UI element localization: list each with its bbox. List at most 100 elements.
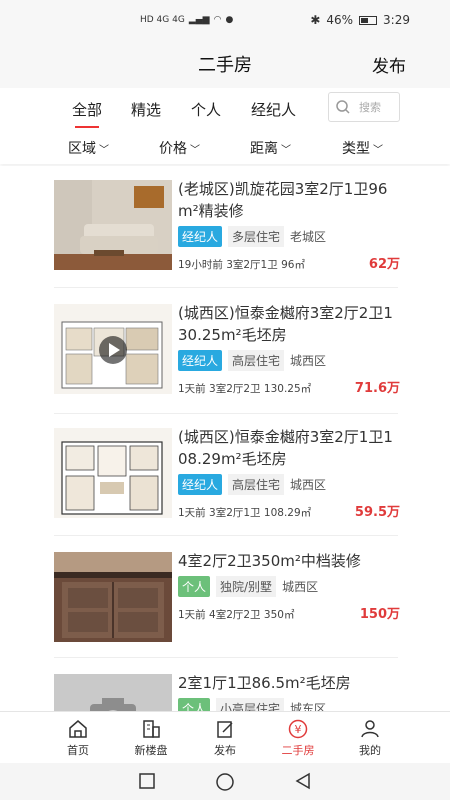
bluetooth-icon: ✱ (310, 13, 321, 27)
tag-district: 城西区 (290, 478, 327, 492)
filter-distance[interactable]: 距离 ﹀ (250, 138, 291, 158)
signal-group: HD 4G 4G ▂▄▆ ◠ ● (140, 15, 233, 25)
app-header: 二手房 发布 (0, 40, 450, 88)
listing-photo (54, 428, 172, 518)
recents-icon[interactable] (138, 772, 156, 790)
tab-bar: 全部 精选 个人 经纪人 搜索 (0, 88, 450, 130)
nav-second-hand[interactable]: ¥ 二手房 (268, 718, 328, 758)
tag-type: 高层住宅 (228, 474, 285, 495)
signal-icon: ▂▄▆ (188, 15, 210, 25)
tag-agent: 经纪人 (178, 474, 223, 495)
listing-photo (54, 674, 172, 711)
listing-title: (城西区)恒泰金樾府3室2厅1卫108.29m²毛坯房 (178, 428, 393, 468)
listing-list: (老城区)凯旋花园3室2厅1卫96m²精装修 经纪人 多层住宅 老城区 19小时… (0, 166, 450, 711)
listing-card[interactable]: 2室1厅1卫86.5m²毛坯房 个人 小高层住宅 城东区 (54, 660, 398, 711)
listing-price: 71.6万 (354, 381, 400, 396)
listing-tags: 个人 独院/别墅 城西区 (178, 576, 400, 597)
tab-featured[interactable]: 精选 (131, 93, 161, 126)
nav-home[interactable]: 首页 (48, 718, 108, 758)
tag-district: 城西区 (282, 580, 319, 594)
search-input[interactable]: 搜索 (328, 92, 400, 122)
chevron-down-icon: ﹀ (99, 144, 109, 156)
listing-photo (54, 180, 172, 270)
home-button-icon[interactable] (215, 772, 235, 792)
tab-agent[interactable]: 经纪人 (251, 93, 296, 126)
listing-meta: 1天前 3室2厅2卫 130.25㎡ 71.6万 (178, 377, 400, 396)
listing-tags: 个人 小高层住宅 城东区 (178, 698, 400, 711)
edit-icon (217, 721, 233, 738)
status-bar: HD 4G 4G ▂▄▆ ◠ ● ✱ 46% 3:29 (0, 0, 450, 40)
battery-icon (359, 15, 378, 25)
nav-label: 新楼盘 (134, 744, 168, 757)
system-nav-bar (0, 763, 450, 800)
tag-district: 城东区 (290, 702, 327, 711)
back-icon[interactable] (294, 772, 312, 790)
listing-meta: 19小时前 3室2厅1卫 96㎡ 62万 (178, 253, 400, 272)
listing-card[interactable]: (城西区)恒泰金樾府3室2厅1卫108.29m²毛坯房 经纪人 高层住宅 城西区… (54, 414, 400, 536)
home-icon (69, 720, 87, 738)
tag-person: 个人 (178, 698, 211, 711)
chat-icon: ● (225, 15, 234, 25)
listing-info: 4室2厅2卫350m²中档装修 个人 独院/别墅 城西区 1天前 4室2厅2卫 … (178, 550, 400, 622)
nav-label: 我的 (359, 744, 381, 757)
listing-title: (城西区)恒泰金樾府3室2厅2卫130.25m²毛坯房 (178, 304, 393, 344)
listing-title: 4室2厅2卫350m²中档装修 (178, 552, 361, 570)
tag-type: 小高层住宅 (216, 698, 285, 711)
filter-label: 区域 (68, 141, 96, 157)
search-placeholder: 搜索 (359, 101, 381, 114)
filter-label: 类型 (342, 141, 370, 157)
filter-type[interactable]: 类型 ﹀ (342, 138, 383, 158)
nav-new-homes[interactable]: 新楼盘 (121, 718, 181, 758)
listing-meta: 1天前 3室2厅1卫 108.29㎡ 59.5万 (178, 501, 400, 520)
status-right: ✱ 46% 3:29 (310, 13, 410, 27)
nav-label: 发布 (214, 744, 236, 757)
listing-meta: 1天前 4室2厅2卫 350㎡ 150万 (178, 603, 400, 622)
listing-tags: 经纪人 多层住宅 老城区 (178, 226, 400, 247)
nav-publish[interactable]: 发布 (195, 718, 255, 758)
user-icon (361, 720, 379, 738)
tag-agent: 经纪人 (178, 350, 223, 371)
bottom-nav: 首页 新楼盘 发布 ¥ 二手房 我的 (0, 711, 450, 763)
tab-personal[interactable]: 个人 (191, 93, 221, 126)
listing-title: (老城区)凯旋花园3室2厅1卫96m²精装修 (178, 180, 388, 220)
page-title: 二手房 (198, 55, 252, 76)
chevron-down-icon: ﹀ (281, 144, 291, 156)
listing-tags: 经纪人 高层住宅 城西区 (178, 474, 400, 495)
listing-title: 2室1厅1卫86.5m²毛坯房 (178, 674, 351, 692)
listing-card[interactable]: 4室2厅2卫350m²中档装修 个人 独院/别墅 城西区 1天前 4室2厅2卫 … (54, 538, 400, 658)
filter-label: 价格 (159, 141, 187, 157)
chevron-down-icon: ﹀ (373, 144, 383, 156)
listing-info: (老城区)凯旋花园3室2厅1卫96m²精装修 经纪人 多层住宅 老城区 19小时… (178, 178, 400, 272)
svg-text:¥: ¥ (295, 723, 302, 736)
filter-label: 距离 (250, 141, 278, 157)
listing-photo (54, 552, 172, 642)
listing-card[interactable]: (城西区)恒泰金樾府3室2厅2卫130.25m²毛坯房 经纪人 高层住宅 城西区… (54, 290, 400, 414)
tab-all[interactable]: 全部 (72, 93, 102, 128)
publish-button[interactable]: 发布 (372, 52, 406, 77)
listing-details: 1天前 3室2厅2卫 130.25㎡ (178, 383, 312, 395)
listing-info: (城西区)恒泰金樾府3室2厅1卫108.29m²毛坯房 经纪人 高层住宅 城西区… (178, 426, 400, 520)
listing-details: 19小时前 3室2厅1卫 96㎡ (178, 259, 305, 271)
listing-details: 1天前 3室2厅1卫 108.29㎡ (178, 507, 312, 519)
tag-type: 多层住宅 (228, 226, 285, 247)
tag-type: 独院/别墅 (216, 576, 277, 597)
filter-price[interactable]: 价格 ﹀ (159, 138, 200, 158)
nav-mine[interactable]: 我的 (340, 718, 400, 758)
clock: 3:29 (383, 13, 410, 27)
listing-info: 2室1厅1卫86.5m²毛坯房 个人 小高层住宅 城东区 (178, 672, 400, 711)
listing-price: 59.5万 (354, 505, 400, 520)
listing-info: (城西区)恒泰金樾府3室2厅2卫130.25m²毛坯房 经纪人 高层住宅 城西区… (178, 302, 400, 396)
filter-district[interactable]: 区域 ﹀ (68, 138, 109, 158)
signal-icons: HD 4G 4G (140, 15, 185, 25)
tag-district: 老城区 (290, 230, 327, 244)
listing-details: 1天前 4室2厅2卫 350㎡ (178, 609, 295, 621)
listing-tags: 经纪人 高层住宅 城西区 (178, 350, 400, 371)
yuan-icon: ¥ (288, 719, 308, 739)
tag-person: 个人 (178, 576, 211, 597)
wifi-icon: ◠ (213, 15, 222, 25)
nav-label: 首页 (67, 744, 89, 757)
search-icon (336, 100, 350, 114)
listing-card[interactable]: (老城区)凯旋花园3室2厅1卫96m²精装修 经纪人 多层住宅 老城区 19小时… (54, 166, 400, 288)
listing-photo (54, 304, 172, 394)
listing-price: 150万 (359, 607, 400, 622)
